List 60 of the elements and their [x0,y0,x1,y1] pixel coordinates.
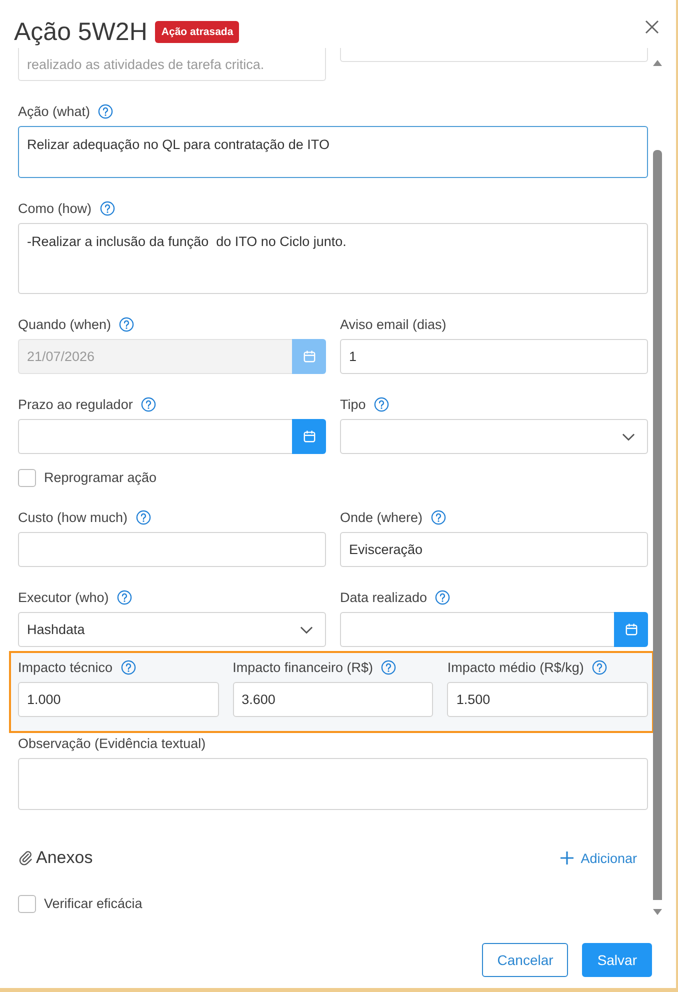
checkbox[interactable] [18,894,36,912]
status-badge: Ação atrasada [155,21,240,43]
select-field[interactable]: Hashdata [18,612,326,647]
checkbox-label[interactable]: Reprogramar ação [44,470,157,485]
cancel-button[interactable]: Cancelar [482,943,568,977]
input-field[interactable]: 1.500 [447,682,648,717]
calendar-button[interactable] [614,612,648,647]
add-link[interactable]: Adicionar [560,850,637,866]
attachments-title: Anexos [36,848,93,868]
input-field[interactable]: 1 [340,339,648,374]
text-area[interactable]: Relizar adequação no QL para contratação de ITO [18,126,648,178]
field-label: Executor (who) [18,590,109,604]
select-field[interactable] [340,419,648,454]
help-icon[interactable] [430,510,446,524]
input-field[interactable] [18,532,326,567]
chevron-down-icon [300,626,313,634]
field-label: Aviso email (dias) [340,316,446,332]
input-field[interactable]: 1.000 [18,682,219,717]
help-icon[interactable] [435,590,450,604]
field-label: Ação (what) [18,104,90,118]
calendar-icon [624,623,638,636]
field-label: Impacto técnico [18,660,113,674]
date-field[interactable] [18,419,292,454]
scroll-up-icon[interactable] [653,60,662,66]
field-label: Custo (how much) [18,510,128,524]
field-label: Impacto financeiro (R$) [232,660,373,674]
calendar-icon [302,430,316,443]
help-icon[interactable] [120,660,136,674]
help-icon[interactable] [98,104,114,118]
calendar-button[interactable] [292,419,326,454]
checkbox[interactable] [18,468,36,486]
help-icon[interactable] [592,660,607,674]
dialog-title: Ação 5W2H [14,17,148,47]
input-field[interactable]: Evisceração [340,532,648,567]
field-label: Onde (where) [340,510,423,524]
scrollbar-thumb[interactable] [653,150,662,900]
calendar-icon [302,350,316,363]
field-label: Como (how) [18,200,92,216]
help-icon[interactable] [140,396,156,412]
help-icon[interactable] [100,200,115,216]
plus-icon [560,851,574,865]
input-field[interactable] [340,48,648,62]
help-icon[interactable] [116,590,132,604]
text-area[interactable]: -Realizar a inclusão da função do ITO no Ciclo junto. [18,223,648,294]
input-field[interactable]: 3.600 [232,682,434,717]
close-icon[interactable] [645,20,659,34]
field-label: Observação (Evidência textual) [18,736,206,750]
help-icon[interactable] [380,660,396,674]
paperclip-icon [18,850,33,866]
scroll-down-icon[interactable] [653,909,662,915]
field-label: Tipo [340,396,366,412]
help-icon[interactable] [374,396,389,412]
field-label: Quando (when) [18,316,112,332]
chevron-down-icon [622,432,635,440]
field-label: Data realizado [340,590,428,604]
field-label: Impacto médio (R$/kg) [447,660,584,674]
field-label: Prazo ao regulador [18,396,133,412]
date-field[interactable] [340,612,614,647]
help-icon[interactable] [136,510,151,524]
checkbox-label[interactable]: Verificar eficácia [44,896,142,911]
